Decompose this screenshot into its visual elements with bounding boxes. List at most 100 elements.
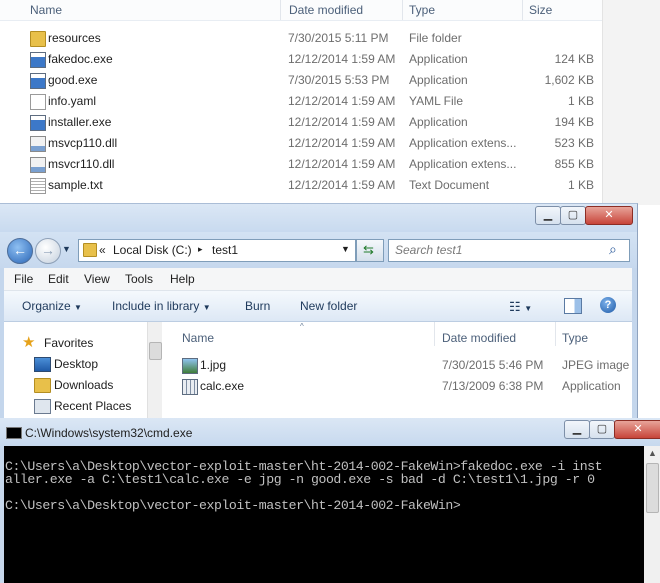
column-divider[interactable]: [280, 0, 281, 20]
cmd-window: C:\Windows\system32\cmd.exe ▁ ▢ ✕ C:\Use…: [0, 418, 660, 583]
table-row[interactable]: info.yaml 12/12/2014 1:59 AM YAML File 1 KB: [0, 91, 602, 112]
search-icon[interactable]: ⌕: [609, 241, 617, 258]
address-bar[interactable]: « Local Disk (C:) ▸ test1 ▼: [78, 239, 356, 262]
file-type: JPEG image: [562, 358, 630, 372]
cmd-title-bar[interactable]: C:\Windows\system32\cmd.exe ▁ ▢ ✕: [0, 418, 660, 446]
sort-indicator-icon: ^: [300, 322, 304, 331]
navigation-pane-scrollbar[interactable]: [147, 322, 162, 419]
table-row[interactable]: msvcp110.dll 12/12/2014 1:59 AM Applicatio…: [0, 133, 602, 154]
file-date-modified: 7/30/2015 5:11 PM: [288, 31, 389, 45]
file-date-modified: 7/13/2009 6:38 PM: [442, 379, 544, 393]
chevron-down-icon: ▼: [202, 303, 211, 312]
column-divider[interactable]: [555, 322, 556, 346]
menu-file[interactable]: File: [14, 272, 33, 286]
menu-help[interactable]: Help: [170, 272, 195, 286]
file-name: calc.exe: [200, 379, 245, 393]
preview-pane-button[interactable]: [564, 298, 582, 314]
cmd-title: C:\Windows\system32\cmd.exe: [25, 426, 193, 440]
include-in-library-button[interactable]: Include in library ▼: [112, 299, 211, 313]
file-icon: [30, 94, 46, 110]
column-header-type[interactable]: Type: [562, 331, 588, 345]
file-date-modified: 7/30/2015 5:53 PM: [288, 73, 390, 87]
recent-pages-dropdown[interactable]: ▼: [62, 244, 71, 254]
console-icon: [6, 427, 22, 439]
exe-icon: [30, 73, 46, 89]
scroll-up-icon[interactable]: ▲: [648, 448, 657, 458]
star-icon: ★: [22, 334, 36, 351]
table-row[interactable]: installer.exe 12/12/2014 1:59 AM Applicati…: [0, 112, 602, 133]
breadcrumb-separator[interactable]: ▸: [198, 244, 203, 255]
organize-button[interactable]: Organize ▼: [22, 299, 82, 313]
console-output[interactable]: C:\Users\a\Desktop\vector-exploit-master…: [4, 446, 644, 583]
maximize-button[interactable]: ▢: [560, 206, 586, 225]
breadcrumb-test1[interactable]: test1: [212, 243, 238, 257]
details-view-icon: ☷: [509, 299, 521, 314]
close-button[interactable]: ✕: [585, 206, 633, 225]
file-list-header: Name Date modified Type Size: [0, 0, 602, 21]
table-row[interactable]: calc.exe 7/13/2009 6:38 PM Application: [162, 376, 632, 397]
column-header-date-modified[interactable]: Date modified: [442, 331, 516, 345]
nav-item-label: Favorites: [44, 336, 94, 350]
menu-edit[interactable]: Edit: [48, 272, 69, 286]
column-divider[interactable]: [434, 322, 435, 346]
vertical-scrollbar[interactable]: [602, 0, 660, 205]
back-button[interactable]: ←: [7, 238, 33, 264]
file-name: resources: [48, 31, 101, 45]
nav-item-downloads[interactable]: Downloads: [4, 375, 144, 395]
table-row[interactable]: fakedoc.exe 12/12/2014 1:59 AM Application…: [0, 49, 602, 70]
table-row[interactable]: sample.txt 12/12/2014 1:59 AM Text Documen…: [0, 175, 602, 196]
breadcrumb-local-disk[interactable]: Local Disk (C:): [113, 243, 192, 257]
navigation-pane: ★ Favorites Desktop Downloads Recent Places: [4, 322, 162, 419]
file-name: msvcp110.dll: [48, 136, 118, 150]
minimize-button[interactable]: ▁: [535, 206, 561, 225]
column-divider[interactable]: [402, 0, 403, 20]
column-header-date-modified[interactable]: Date modified: [289, 3, 363, 17]
file-type: Text Document: [409, 178, 490, 192]
dll-icon: [30, 136, 46, 152]
scrollbar-thumb[interactable]: [646, 463, 659, 513]
file-type: YAML File: [409, 94, 464, 108]
search-input[interactable]: Search test1: [395, 243, 462, 257]
minimize-button[interactable]: ▁: [564, 420, 590, 439]
include-in-library-label: Include in library: [112, 299, 200, 313]
help-button[interactable]: ?: [600, 297, 616, 313]
arrow-right-icon: →: [41, 242, 55, 258]
breadcrumb-overflow[interactable]: «: [99, 243, 106, 257]
table-row[interactable]: msvcr110.dll 12/12/2014 1:59 AM Applicatio…: [0, 154, 602, 175]
file-type: Application: [409, 73, 468, 87]
maximize-button[interactable]: ▢: [589, 420, 615, 439]
recent-places-icon: [34, 399, 51, 414]
refresh-button[interactable]: ⇆: [356, 239, 384, 262]
column-header-size[interactable]: Size: [529, 3, 552, 17]
file-type: Application: [562, 379, 621, 393]
folder-icon: [83, 243, 97, 257]
column-header-type[interactable]: Type: [409, 3, 435, 17]
column-header-name[interactable]: Name: [182, 331, 214, 345]
text-file-icon: [30, 178, 46, 194]
test1-explorer-window: ▁ ▢ ✕ ← → ▼ « Local Disk (C:) ▸ test1 ▼ …: [0, 203, 638, 419]
view-options-button[interactable]: ☷ ▼: [509, 299, 532, 315]
column-divider[interactable]: [522, 0, 523, 20]
scrollbar-thumb[interactable]: [149, 342, 162, 360]
address-dropdown-icon[interactable]: ▼: [341, 244, 350, 254]
nav-item-recent-places[interactable]: Recent Places: [4, 396, 144, 416]
new-folder-button[interactable]: New folder: [300, 299, 357, 313]
close-button[interactable]: ✕: [614, 420, 660, 439]
nav-item-favorites[interactable]: ★ Favorites: [4, 333, 144, 353]
image-icon: [182, 358, 198, 374]
menu-tools[interactable]: Tools: [125, 272, 153, 286]
table-row[interactable]: resources 7/30/2015 5:11 PM File folder: [0, 28, 602, 49]
forward-button[interactable]: →: [35, 238, 61, 264]
table-row[interactable]: good.exe 7/30/2015 5:53 PM Application 1,60…: [0, 70, 602, 91]
file-size: 1 KB: [567, 178, 594, 192]
burn-button[interactable]: Burn: [245, 299, 270, 313]
search-box[interactable]: Search test1 ⌕: [388, 239, 630, 262]
file-name: sample.txt: [48, 178, 103, 192]
console-scrollbar[interactable]: ▲: [644, 446, 660, 583]
table-row[interactable]: 1.jpg 7/30/2015 5:46 PM JPEG image: [162, 355, 632, 376]
nav-item-desktop[interactable]: Desktop: [4, 354, 144, 374]
menu-view[interactable]: View: [84, 272, 110, 286]
command-bar: Organize ▼ Include in library ▼ Burn New…: [4, 291, 632, 322]
window-title-bar[interactable]: ▁ ▢ ✕: [0, 204, 637, 232]
column-header-name[interactable]: Name: [30, 3, 62, 17]
